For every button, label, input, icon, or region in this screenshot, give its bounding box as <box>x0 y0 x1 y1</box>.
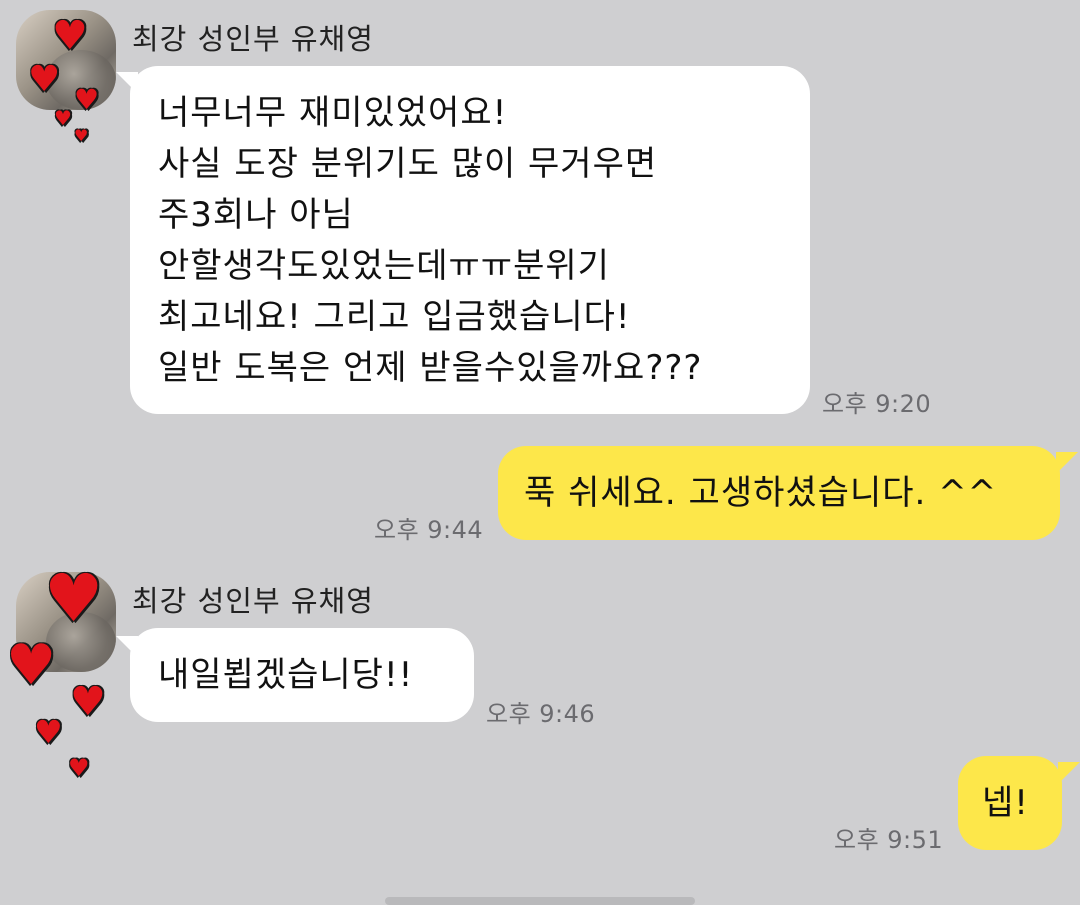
scroll-indicator[interactable] <box>385 897 695 905</box>
message-line: 내일뵙겠습니당!! <box>158 655 414 695</box>
message-bubble-incoming[interactable]: 내일뵙겠습니당!! <box>130 628 474 722</box>
message-timestamp: 오후 9:51 <box>834 826 944 854</box>
message-line: 푹 쉬세요. 고생하셨습니다. ^^ <box>524 473 998 513</box>
heart-icon: ♥ <box>34 713 63 751</box>
message-timestamp: 오후 9:20 <box>822 390 932 418</box>
heart-icon: ♥ <box>44 560 104 637</box>
bubble-tail <box>1056 452 1078 474</box>
heart-icon: ♥ <box>70 679 106 725</box>
sender-name: 최강 성인부 유채영 <box>132 584 374 618</box>
message-line: 넵! <box>982 783 1029 823</box>
message-line: 안할생각도있었는데ㅠㅠ분위기 <box>158 246 610 286</box>
sender-name: 최강 성인부 유채영 <box>132 22 374 56</box>
bubble-tail <box>1058 762 1080 784</box>
message-timestamp: 오후 9:46 <box>486 700 596 728</box>
heart-icon: ♥ <box>28 59 61 100</box>
message-bubble-outgoing[interactable]: 푹 쉬세요. 고생하셨습니다. ^^ <box>498 446 1060 540</box>
message-line: 너무너무 재미있었어요! <box>158 93 508 133</box>
heart-icon: ♥ <box>6 633 57 698</box>
heart-icon: ♥ <box>52 13 88 59</box>
message-timestamp: 오후 9:44 <box>374 516 484 544</box>
heart-icon: ♥ <box>74 83 100 116</box>
message-line: 사실 도장 분위기도 많이 무거우면 <box>158 144 658 184</box>
message-line: 최고네요! 그리고 입금했습니다! <box>158 297 631 337</box>
message-line: 일반 도복은 언제 받을수있을까요??? <box>158 348 703 388</box>
message-line: 주3회나 아님 <box>158 195 354 235</box>
heart-icon: ♥ <box>74 126 89 145</box>
message-bubble-incoming[interactable]: 너무너무 재미있었어요! 사실 도장 분위기도 많이 무거우면 주3회나 아님 … <box>130 66 810 414</box>
sender-avatar-group[interactable]: ♥ ♥ ♥ ♥ ♥ <box>16 10 136 180</box>
heart-icon: ♥ <box>68 754 90 782</box>
message-bubble-outgoing[interactable]: 넵! <box>958 756 1062 850</box>
heart-icon: ♥ <box>54 106 72 130</box>
